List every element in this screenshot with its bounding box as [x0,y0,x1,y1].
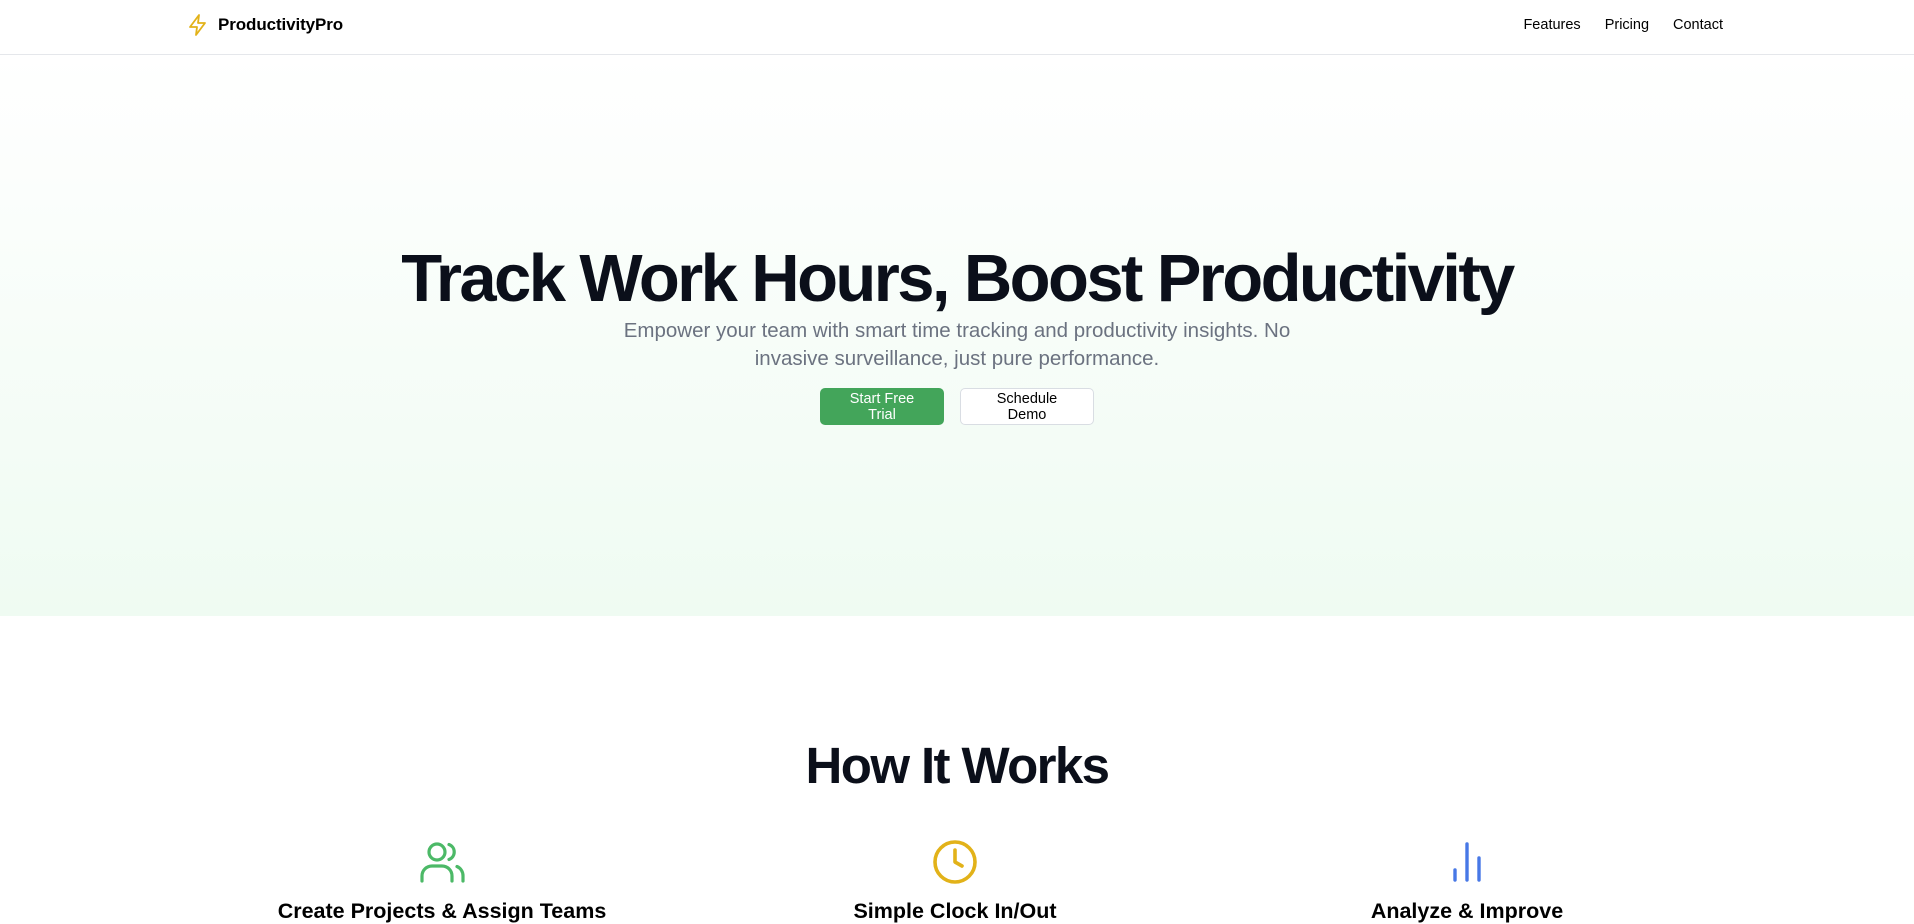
nav-links: Features Pricing Contact [1523,17,1723,33]
brand-logo[interactable]: ProductivityPro [186,13,343,37]
feature-card-analyze: Analyze & Improve [1257,838,1677,924]
nav-link-contact[interactable]: Contact [1673,17,1723,33]
feature-card-projects: Create Projects & Assign Teams [232,838,652,924]
users-icon [420,842,465,883]
schedule-demo-button[interactable]: Schedule Demo [960,388,1094,425]
feature-title-clock: Simple Clock In/Out [853,899,1057,923]
navbar: ProductivityPro Features Pricing Contact [0,0,1914,55]
lightning-bolt-icon [189,14,206,36]
feature-title-analyze: Analyze & Improve [1370,899,1564,923]
bar-chart-icon [1453,842,1481,882]
feature-title-projects: Create Projects & Assign Teams [277,899,607,923]
how-it-works-title: How It Works [805,737,1110,794]
hero-title: Track Work Hours, Boost Productivity [401,241,1515,316]
hero-actions: Start Free Trial Schedule Demo [0,388,1914,425]
nav-link-pricing[interactable]: Pricing [1605,17,1649,33]
start-free-trial-button[interactable]: Start Free Trial [820,388,944,425]
brand-name: ProductivityPro [218,15,344,34]
feature-card-clock: Simple Clock In/Out [745,838,1165,924]
hero-subtitle: Empower your team with smart time tracki… [623,319,1291,370]
hero-section: Track Work Hours, Boost Productivity Emp… [0,55,1914,616]
clock-icon [933,840,977,884]
nav-link-features[interactable]: Features [1523,17,1580,33]
